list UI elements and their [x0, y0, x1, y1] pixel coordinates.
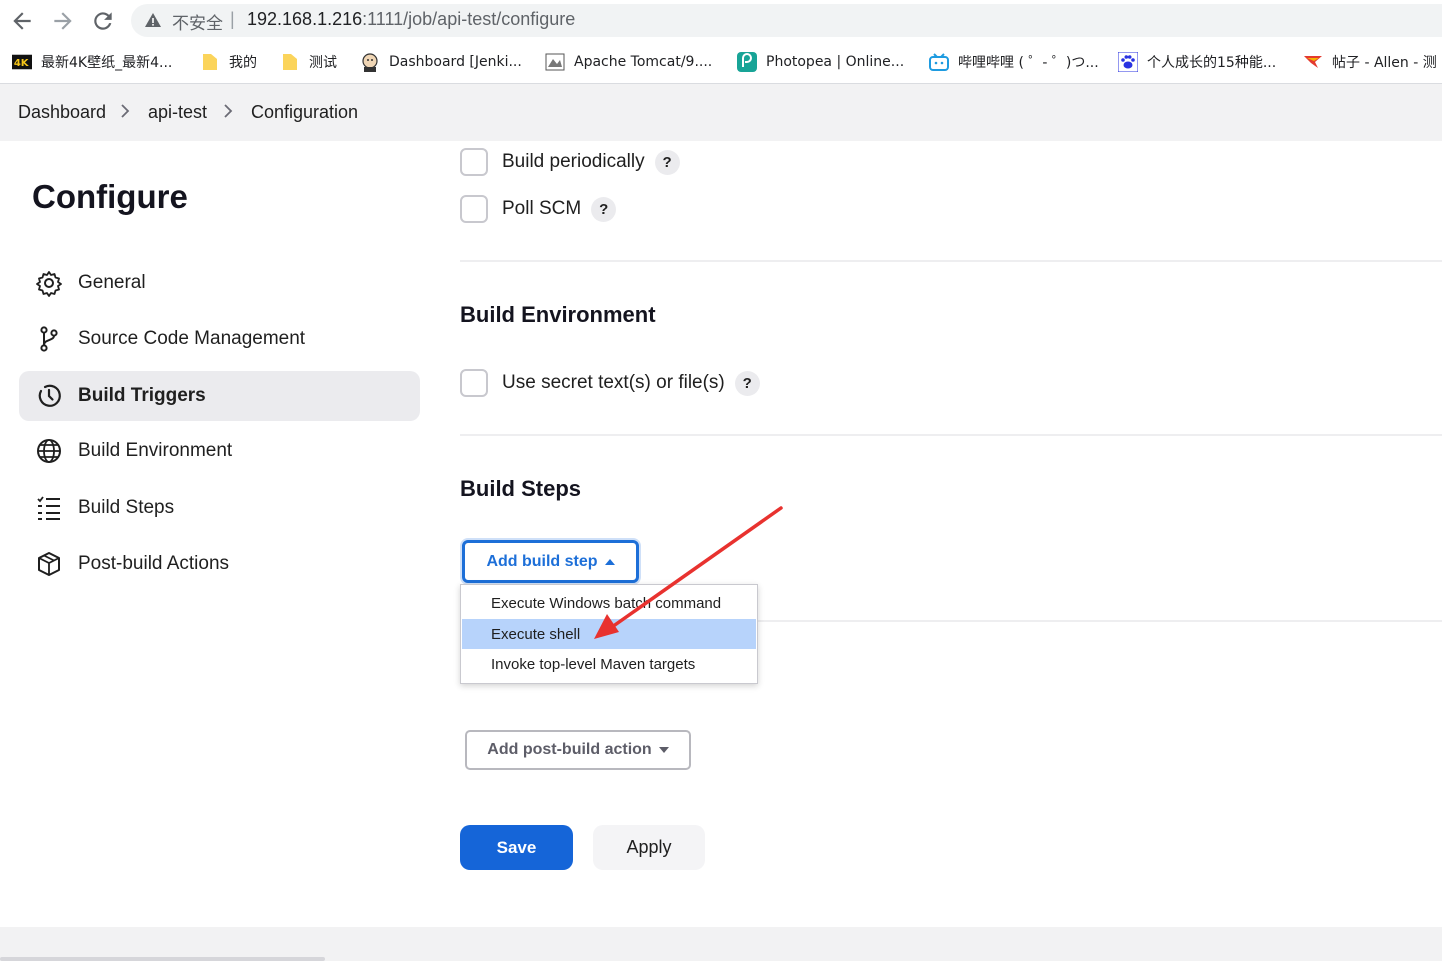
url-host: 192.168.1.216 — [247, 9, 363, 29]
sidebar-item-post-build-actions[interactable]: Post-build Actions — [19, 539, 420, 589]
page-footer — [0, 927, 1442, 961]
use-secret-checkbox[interactable] — [460, 369, 488, 397]
menu-item-execute-shell[interactable]: Execute shell — [462, 619, 756, 649]
caret-down-icon — [658, 747, 669, 753]
poll-scm-row: Poll SCM ? — [460, 195, 617, 223]
horizontal-scrollbar[interactable] — [0, 957, 325, 961]
address-separator: | — [230, 9, 235, 29]
build-step-menu: Execute Windows batch command Execute sh… — [460, 584, 758, 684]
add-post-build-action-button[interactable]: Add post-build action — [465, 730, 691, 770]
build-steps-title: Build Steps — [460, 476, 582, 501]
build-periodically-row: Build periodically ? — [460, 148, 680, 176]
list-icon — [35, 494, 63, 522]
photopea-icon — [737, 52, 757, 72]
branch-icon — [35, 325, 63, 353]
secret-row: Use secret text(s) or file(s) ? — [460, 369, 760, 397]
add-build-step-button[interactable]: Add build step — [462, 540, 639, 583]
help-icon[interactable]: ? — [591, 196, 617, 222]
poll-scm-checkbox[interactable] — [460, 195, 488, 223]
sidebar-item-build-steps[interactable]: Build Steps — [19, 483, 420, 533]
sidebar-item-label: Build Steps — [78, 497, 175, 518]
back-arrow-icon[interactable] — [9, 8, 35, 34]
help-icon[interactable]: ? — [654, 149, 680, 175]
menu-item-maven-targets[interactable]: Invoke top-level Maven targets — [462, 649, 756, 679]
sidebar-item-label: Post-build Actions — [78, 553, 230, 574]
warning-triangle-icon[interactable] — [144, 11, 162, 29]
bookmark-item[interactable]: 我的 — [200, 51, 257, 73]
clock-icon — [35, 382, 63, 410]
sidebar-item-label: Build Triggers — [78, 385, 206, 406]
caret-up-icon — [604, 558, 615, 565]
annotation-arrow-icon — [594, 506, 783, 639]
forward-arrow-icon[interactable] — [50, 8, 76, 34]
breadcrumb-configuration[interactable]: Configuration — [251, 102, 358, 123]
url-path: :1111/job/api-test/configure — [362, 9, 576, 29]
sidebar-item-label: Build Environment — [78, 440, 233, 461]
breadcrumb-dashboard[interactable]: Dashboard — [18, 102, 106, 123]
menu-item-windows-batch[interactable]: Execute Windows batch command — [462, 588, 756, 618]
bookmark-item[interactable]: Apache Tomcat/9.... — [545, 51, 712, 73]
section-divider — [460, 260, 1442, 262]
baidu-paw-icon — [1118, 52, 1138, 72]
gear-icon — [35, 269, 63, 297]
breadcrumb-api-test[interactable]: api-test — [148, 102, 207, 123]
use-secret-label[interactable]: Use secret text(s) or file(s) — [502, 372, 725, 394]
sidebar-item-build-environment[interactable]: Build Environment — [19, 426, 420, 476]
globe-icon — [35, 437, 63, 465]
bookmark-item[interactable]: 帖子 - Allen - 测 — [1303, 51, 1437, 73]
sidebar-item-build-triggers[interactable]: Build Triggers — [19, 371, 420, 421]
testerhome-icon — [1303, 52, 1323, 72]
chevron-right-icon — [118, 101, 132, 121]
bookmark-item[interactable]: Photopea | Online... — [737, 51, 904, 73]
build-environment-title: Build Environment — [460, 302, 656, 327]
sidebar-item-label: Source Code Management — [78, 328, 306, 349]
tomcat-icon — [545, 52, 565, 72]
breadcrumb: Dashboard api-test Configuration — [0, 84, 1442, 141]
section-divider — [460, 434, 1442, 436]
sidebar-item-label: General — [78, 272, 146, 293]
poll-scm-label[interactable]: Poll SCM — [502, 198, 581, 220]
build-periodically-checkbox[interactable] — [460, 148, 488, 176]
save-button[interactable]: Save — [460, 825, 573, 870]
bilibili-icon — [929, 52, 949, 72]
apply-button[interactable]: Apply — [593, 825, 705, 870]
package-icon — [35, 550, 63, 578]
bookmarks-bar: 4K 最新4K壁纸_最新4... 我的 测试 Dashboard [Jenki.… — [0, 42, 1442, 84]
browser-toolbar: 不安全 | 192.168.1.216:1111/job/api-test/co… — [0, 0, 1442, 42]
4k-logo-icon: 4K — [12, 52, 32, 72]
folder-icon — [200, 52, 220, 72]
bookmark-item[interactable]: 4K 最新4K壁纸_最新4... — [12, 51, 172, 73]
build-periodically-label[interactable]: Build periodically — [502, 151, 645, 173]
help-icon[interactable]: ? — [734, 370, 760, 396]
svg-text:4K: 4K — [14, 58, 30, 69]
page-title: Configure — [32, 178, 188, 215]
jenkins-icon — [360, 52, 380, 72]
reload-icon[interactable] — [90, 8, 116, 34]
sidebar-item-source-code-management[interactable]: Source Code Management — [19, 314, 420, 364]
bookmark-item[interactable]: Dashboard [Jenki... — [360, 51, 522, 73]
bookmark-item[interactable]: 哔哩哔哩 ( ゜- ゜)つ... — [929, 51, 1099, 73]
folder-icon — [280, 52, 300, 72]
sidebar-item-general[interactable]: General — [19, 258, 420, 308]
chevron-right-icon — [221, 101, 235, 121]
bookmark-item[interactable]: 测试 — [280, 51, 337, 73]
bookmark-item[interactable]: 个人成长的15种能... — [1118, 51, 1276, 73]
security-label[interactable]: 不安全 — [172, 9, 223, 34]
url-text[interactable]: 192.168.1.216:1111/job/api-test/configur… — [247, 9, 575, 30]
